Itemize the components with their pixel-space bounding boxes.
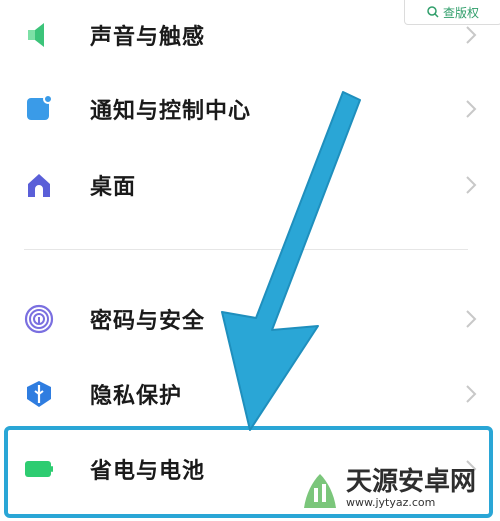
chevron-right-icon (466, 310, 477, 328)
chevron-right-icon (466, 100, 477, 118)
home-icon (24, 170, 54, 200)
settings-item-password-security[interactable]: 密码与安全 (0, 284, 500, 354)
settings-item-label: 密码与安全 (90, 309, 206, 334)
settings-item-desktop[interactable]: 桌面 (0, 150, 500, 220)
fingerprint-icon (24, 304, 54, 334)
chevron-right-icon (466, 176, 477, 194)
speaker-icon (24, 20, 54, 50)
android-logo-icon (304, 474, 336, 508)
settings-item-privacy[interactable]: 隐私保护 (0, 359, 500, 429)
watermark-brand: 天源安卓网 (346, 466, 477, 497)
settings-item-label: 声音与触感 (90, 25, 206, 50)
chevron-right-icon (466, 26, 477, 44)
privacy-shield-icon (24, 379, 54, 409)
settings-item-label: 隐私保护 (90, 384, 183, 409)
settings-item-notifications[interactable]: 通知与控制中心 (0, 74, 500, 144)
settings-item-label: 桌面 (90, 175, 137, 200)
site-watermark: 天源安卓网 www.jytyaz.com (300, 458, 500, 518)
section-divider (24, 249, 468, 250)
chevron-right-icon (466, 385, 477, 403)
settings-item-label: 通知与控制中心 (90, 99, 252, 124)
watermark-url: www.jytyaz.com (346, 495, 436, 509)
notification-icon (24, 94, 54, 124)
settings-item-sound[interactable]: 声音与触感 (0, 0, 500, 70)
